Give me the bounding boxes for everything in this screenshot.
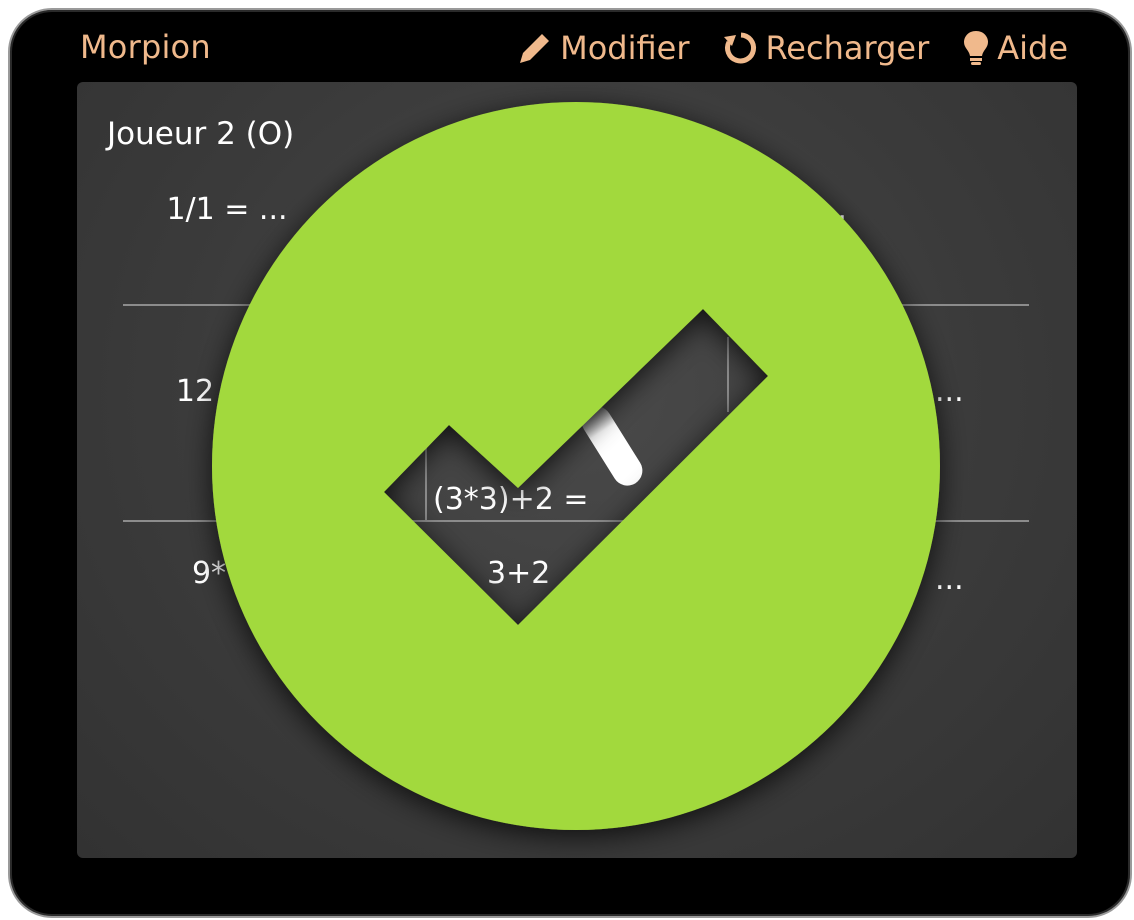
stylus-cursor [575,400,649,492]
help-label: Aide [997,29,1068,67]
cell-6[interactable]: 9* [77,556,359,591]
cell-0[interactable]: 1/1 = ... [77,192,377,227]
edit-label: Modifier [560,29,690,67]
grid-line-v1 [425,432,427,522]
device-frame: Morpion Modifier Recharger Aide Joueur 2… [8,8,1132,918]
grid-line-h2 [123,520,1029,522]
lightbulb-icon [961,28,991,68]
help-button[interactable]: Aide [961,28,1068,68]
edit-button[interactable]: Modifier [514,29,690,67]
app-title: Morpion [80,28,211,66]
reload-label: Recharger [765,29,930,67]
refresh-icon [722,29,760,67]
nav-menu: Modifier Recharger Aide [514,28,1068,68]
cell-7[interactable]: 3+2 [487,556,567,591]
top-bar: Morpion Modifier Recharger Aide [10,10,1130,84]
bottom-bar [10,846,1130,916]
player-label: Joueur 2 (O) [107,116,295,152]
cell-3[interactable]: 12 [77,374,345,409]
cell-4[interactable]: (3*3)+2 = [433,482,693,517]
pencil-icon [514,29,554,67]
grid-line-h1 [123,304,1029,306]
cell-8[interactable]: ... [935,562,1015,597]
game-board: Joueur 2 (O) 1/1 = ... 4 = ... 12 (3*3)+… [77,82,1077,858]
reload-button[interactable]: Recharger [722,29,930,67]
cell-2[interactable]: 4 = ... [755,192,1015,227]
cell-5[interactable]: ... [935,374,1015,409]
grid-line-v2 [727,337,729,412]
